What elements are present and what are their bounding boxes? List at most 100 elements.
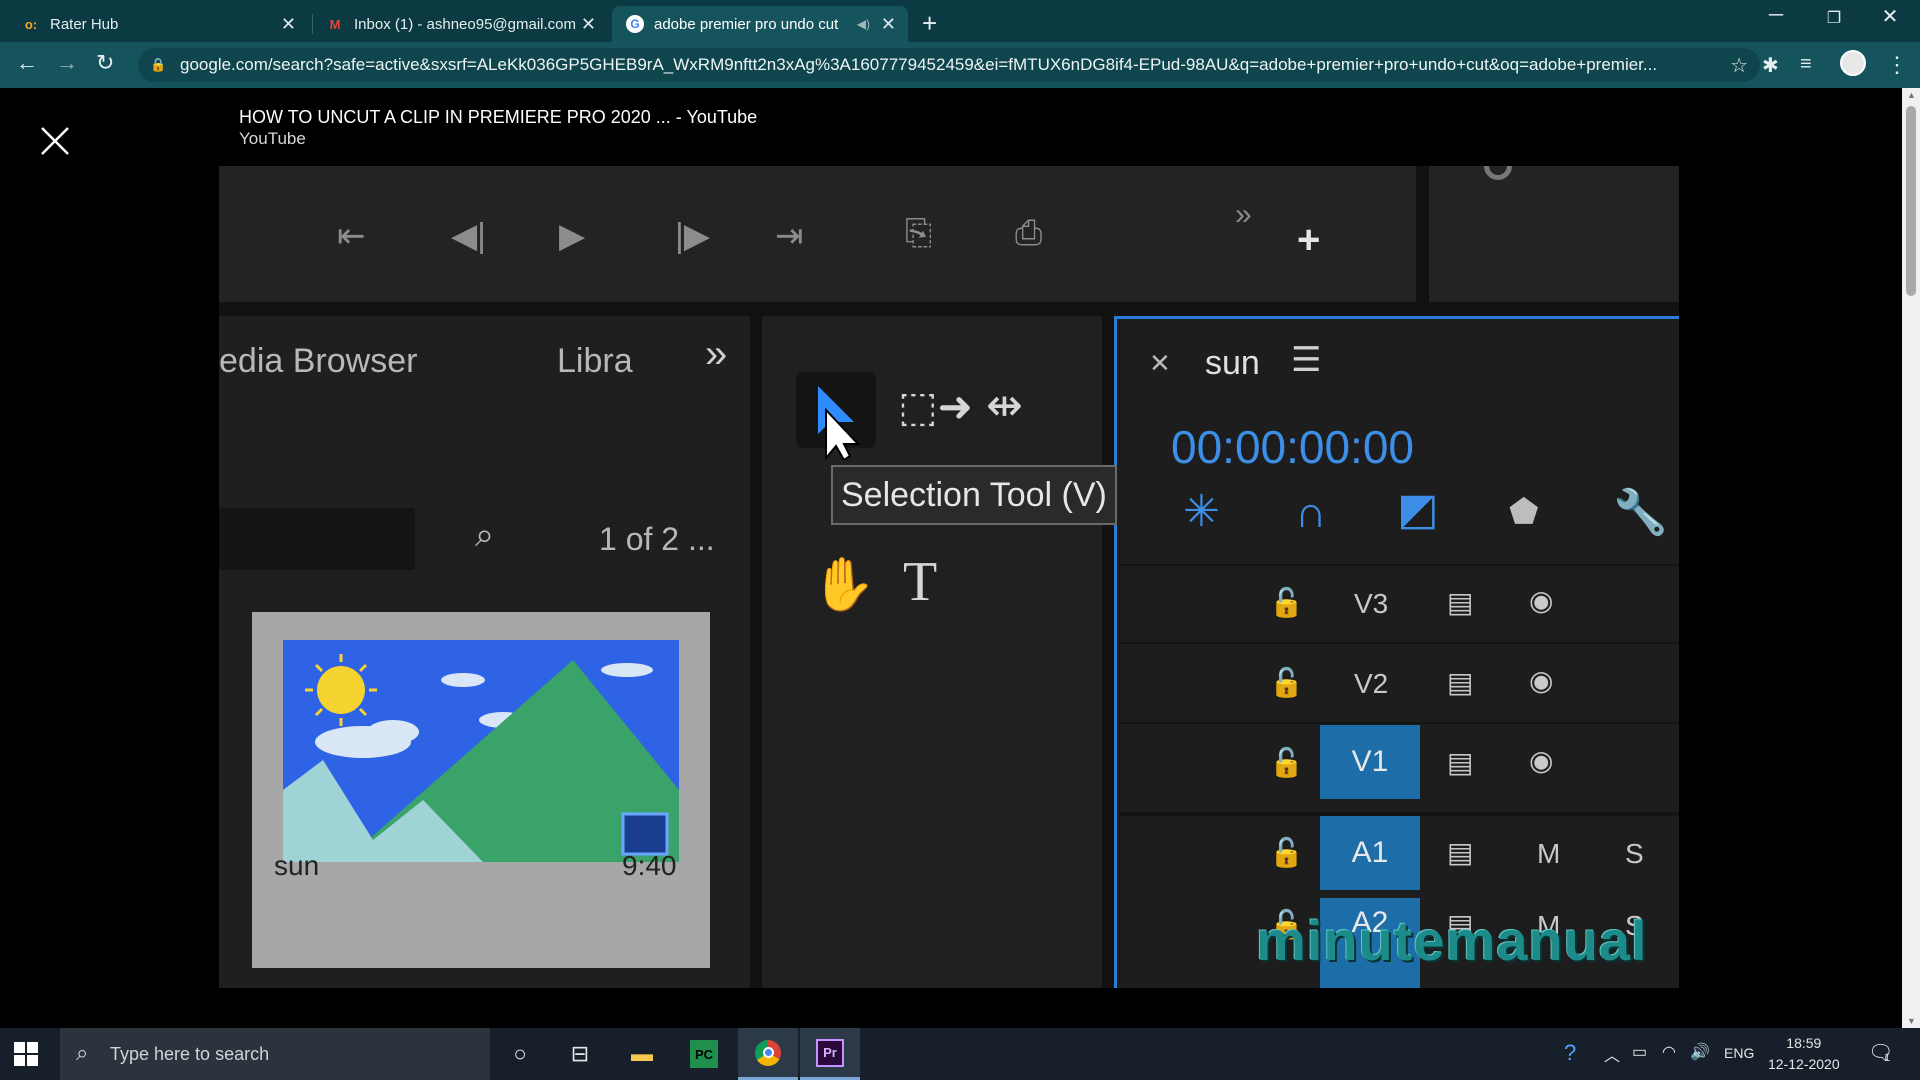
track-row-v2	[1119, 642, 1679, 722]
more-buttons-icon: »	[1235, 198, 1252, 231]
program-monitor-controls	[219, 166, 1416, 302]
track-select-tool-icon: ⬚➜	[898, 383, 973, 430]
scroll-up-icon[interactable]: ▲	[1907, 90, 1916, 100]
forward-icon[interactable]: →	[56, 50, 78, 76]
button-editor-plus-icon: +	[1297, 218, 1321, 262]
scrollbar-thumb[interactable]	[1906, 106, 1916, 296]
lock-icon: 🔓	[1269, 587, 1304, 618]
page-count: 1 of 2 ...	[599, 521, 715, 557]
clock-time: 18:59	[1786, 1035, 1822, 1051]
restore-icon[interactable]: ❐	[1806, 8, 1862, 28]
video-frame[interactable]: ⇤ ◀| ▶ |▶ ⇥ ⎘ ⎙ » + edia Browser Libra »…	[219, 166, 1679, 988]
clip-name: sun	[274, 850, 320, 881]
linked-selection-icon: ◩	[1397, 485, 1439, 534]
sync-lock-icon: ▤	[1447, 667, 1474, 698]
volume-icon[interactable]: 🔊	[1690, 1042, 1710, 1062]
menu-icon[interactable]: ⋮	[1886, 52, 1908, 78]
extensions-icon[interactable]: ✱	[1762, 53, 1779, 78]
battery-icon[interactable]: ▭	[1632, 1042, 1647, 1062]
type-tool-icon: T	[903, 551, 938, 613]
media-controls-icon[interactable]: ≡	[1800, 53, 1812, 76]
notification-count: 1	[1884, 1052, 1891, 1064]
eye-icon: ◉	[1529, 745, 1554, 776]
track-label: V2	[1354, 668, 1389, 699]
track-label: V3	[1354, 588, 1389, 619]
url-text: google.com/search?safe=active&sxsrf=ALeK…	[180, 55, 1658, 74]
go-to-in-icon: ⇤	[337, 217, 366, 255]
step-forward-icon: |▶	[675, 217, 710, 255]
ripple-edit-tool-icon: ⇹	[986, 381, 1023, 430]
lock-icon: 🔓	[1269, 837, 1304, 868]
premiere-pro-icon[interactable]: Pr	[800, 1028, 860, 1080]
clock-date: 12-12-2020	[1768, 1056, 1840, 1072]
language-indicator[interactable]: ENG	[1724, 1045, 1754, 1061]
lock-icon: 🔓	[1269, 747, 1304, 778]
close-tab-icon[interactable]: ✕	[581, 14, 596, 35]
close-tab-icon[interactable]: ✕	[881, 14, 896, 35]
page-scrollbar[interactable]: ▲ ▼	[1902, 88, 1920, 1028]
bookmark-star-icon[interactable]: ☆	[1730, 53, 1748, 78]
tab-rater-hub[interactable]: o: Rater Hub ✕	[8, 6, 308, 42]
play-icon: ▶	[559, 217, 586, 255]
mute-button: M	[1537, 838, 1561, 869]
sequence-name: sun	[1205, 344, 1260, 382]
find-icon: ⌕	[475, 516, 495, 554]
audio-playing-icon[interactable]: ◀)	[857, 17, 870, 31]
eye-icon: ◉	[1529, 665, 1554, 696]
selection-tool-tooltip: Selection Tool (V)	[831, 465, 1117, 525]
clip-duration: 9:40	[622, 850, 677, 881]
sync-lock-icon: ▤	[1447, 587, 1474, 618]
sync-lock-icon: ▤	[1447, 747, 1474, 778]
clip-thumbnail-card: sun 9:40	[252, 612, 710, 968]
close-tab-icon[interactable]: ✕	[281, 14, 296, 35]
video-title[interactable]: HOW TO UNCUT A CLIP IN PREMIERE PRO 2020…	[239, 107, 757, 128]
show-hidden-icons-icon[interactable]: ︿	[1604, 1042, 1620, 1066]
close-viewer-icon[interactable]	[38, 124, 72, 158]
reload-icon[interactable]: ↻	[96, 50, 114, 76]
media-browser-tab: edia Browser	[219, 342, 418, 380]
track-row-v3	[1119, 564, 1679, 642]
hand-tool-icon: ✋	[811, 556, 876, 614]
windows-start-icon[interactable]	[14, 1042, 38, 1066]
tab-google-search[interactable]: G adobe premier pro undo cut ◀) ✕	[612, 6, 908, 42]
close-window-icon[interactable]: ✕	[1862, 4, 1918, 29]
profile-avatar[interactable]	[1840, 50, 1866, 76]
task-view-icon[interactable]: ⊟	[550, 1028, 610, 1080]
sequence-timecode: 00:00:00:00	[1171, 421, 1415, 473]
tab-title: Rater Hub	[50, 15, 119, 33]
back-icon[interactable]: ←	[16, 50, 38, 76]
minimize-icon[interactable]: ─	[1748, 4, 1804, 27]
libraries-tab: Libra	[557, 342, 633, 380]
new-tab-button[interactable]: +	[922, 8, 937, 39]
scroll-down-icon[interactable]: ▼	[1907, 1016, 1916, 1026]
browser-tabstrip: o: Rater Hub ✕ M Inbox (1) - ashneo95@gm…	[0, 0, 1920, 42]
snap-magnet-icon: ∩	[1295, 488, 1327, 537]
search-icon: ⌕	[76, 1040, 89, 1065]
go-to-out-icon: ⇥	[775, 217, 804, 255]
close-sequence-icon: ✕	[1149, 348, 1171, 378]
help-icon[interactable]: ?	[1564, 1040, 1576, 1066]
tab-title: adobe premier pro undo cut	[654, 15, 839, 33]
timeline-settings-wrench-icon: 🔧	[1613, 488, 1668, 537]
cortana-icon[interactable]: ○	[490, 1028, 550, 1080]
eye-icon: ◉	[1529, 585, 1554, 616]
system-clock[interactable]: 18:59 12-12-2020	[1768, 1033, 1840, 1075]
windows-taskbar: ⌕ Type here to search ○ ⊟ ▬ PC Pr ? ︿ ▭ …	[0, 1028, 1920, 1080]
chrome-icon[interactable]	[738, 1028, 798, 1080]
lock-icon: 🔒	[150, 57, 167, 72]
insert-icon: ⎘	[905, 214, 933, 252]
wifi-icon[interactable]: ◠	[1662, 1042, 1676, 1062]
pycharm-icon[interactable]: PC	[674, 1028, 734, 1080]
project-search-field	[219, 508, 415, 570]
overwrite-icon: ⎙	[1015, 214, 1043, 252]
search-placeholder: Type here to search	[110, 1043, 270, 1064]
clip-thumbnail-image	[283, 640, 679, 862]
taskbar-search-input[interactable]: ⌕ Type here to search	[60, 1028, 490, 1080]
file-explorer-icon[interactable]: ▬	[612, 1028, 672, 1080]
address-bar[interactable]: 🔒 google.com/search?safe=active&sxsrf=AL…	[138, 48, 1760, 82]
monitor-side-panel	[1429, 166, 1679, 302]
tab-gmail[interactable]: M Inbox (1) - ashneo95@gmail.com ✕	[312, 6, 608, 42]
browser-toolbar: ← → ↻ 🔒 google.com/search?safe=active&sx…	[0, 42, 1920, 88]
nest-icon: ✳	[1183, 487, 1220, 536]
add-marker-icon: ⬟	[1509, 493, 1539, 531]
